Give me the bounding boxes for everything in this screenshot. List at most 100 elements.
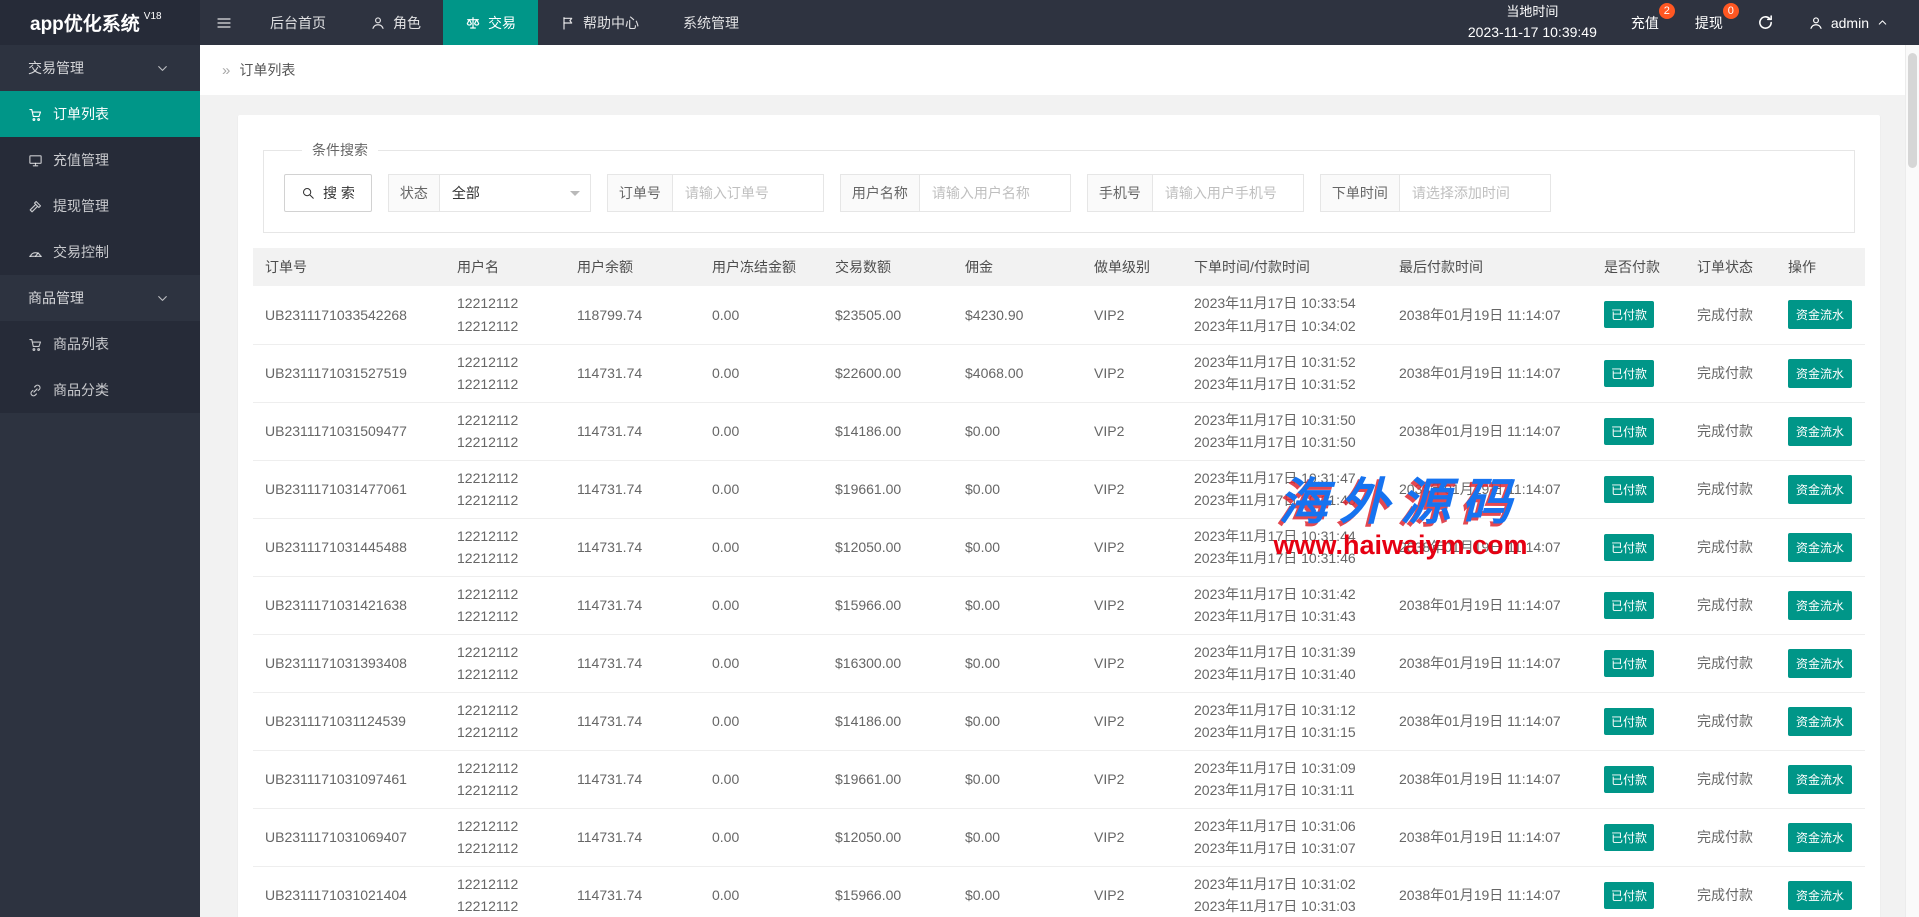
sidebar-item[interactable]: 商品管理 <box>0 275 200 321</box>
content-area: 条件搜索 搜 索 状态 全部 <box>200 95 1919 917</box>
sidebar-item[interactable]: 提现管理 <box>0 183 200 229</box>
filter-input[interactable] <box>1399 174 1551 212</box>
quick-link[interactable]: 充值 2 <box>1631 13 1659 33</box>
cell-order-time: 2023年11月17日 10:33:542023年11月17日 10:34:02 <box>1182 286 1387 344</box>
cell-status: 完成付款 <box>1685 692 1776 750</box>
fund-flow-button[interactable]: 资金流水 <box>1788 533 1852 562</box>
nav-label: 后台首页 <box>270 13 326 33</box>
cell-level: VIP2 <box>1082 750 1182 808</box>
cell-paid: 已付款 <box>1592 808 1685 866</box>
status-select[interactable]: 全部 <box>439 174 591 212</box>
menu-icon <box>216 15 232 31</box>
cell-level: VIP2 <box>1082 518 1182 576</box>
fund-flow-button[interactable]: 资金流水 <box>1788 359 1852 388</box>
paid-badge: 已付款 <box>1604 650 1654 677</box>
fund-flow-button[interactable]: 资金流水 <box>1788 881 1852 910</box>
cell-balance: 118799.74 <box>565 286 700 344</box>
cell-level: VIP2 <box>1082 692 1182 750</box>
filters-row: 搜 索 状态 全部 订单号 <box>284 174 1834 212</box>
app-logo: app优化系统 V18 <box>0 0 200 45</box>
filter-input[interactable] <box>1152 174 1304 212</box>
status-select-value: 全部 <box>452 183 480 203</box>
cell-commission: $0.00 <box>953 576 1082 634</box>
cell-status: 完成付款 <box>1685 576 1776 634</box>
sidebar-item-icon <box>28 107 43 122</box>
cell-status: 完成付款 <box>1685 460 1776 518</box>
cell-order-no: UB2311171031393408 <box>253 634 445 692</box>
nav-label: 系统管理 <box>683 13 739 33</box>
cell-frozen: 0.00 <box>700 344 823 402</box>
cell-order-time: 2023年11月17日 10:31:442023年11月17日 10:31:46 <box>1182 518 1387 576</box>
table-header-cell: 订单号 <box>253 248 445 286</box>
cell-last-pay-time: 2038年01月19日 11:14:07 <box>1387 402 1592 460</box>
cell-status: 完成付款 <box>1685 286 1776 344</box>
admin-menu[interactable]: admin <box>1808 15 1889 31</box>
cell-action: 资金流水 <box>1776 808 1865 866</box>
cell-amount: $19661.00 <box>823 750 953 808</box>
sidebar-item[interactable]: 商品分类 <box>0 367 200 413</box>
cell-frozen: 0.00 <box>700 866 823 917</box>
cell-order-time: 2023年11月17日 10:31:422023年11月17日 10:31:43 <box>1182 576 1387 634</box>
cell-frozen: 0.00 <box>700 402 823 460</box>
filter-input[interactable] <box>672 174 824 212</box>
sidebar-item[interactable]: 交易管理 <box>0 45 200 91</box>
top-nav-item[interactable]: 帮助中心 <box>538 0 661 45</box>
cell-username: 1221211212212112 <box>445 286 565 344</box>
count-badge: 0 <box>1723 3 1739 19</box>
refresh-button[interactable] <box>1757 14 1774 31</box>
table-row: UB2311171031097461 1221211212212112 1147… <box>253 750 1865 808</box>
admin-username: admin <box>1831 15 1869 31</box>
fund-flow-button[interactable]: 资金流水 <box>1788 707 1852 736</box>
cell-username: 1221211212212112 <box>445 692 565 750</box>
cell-frozen: 0.00 <box>700 576 823 634</box>
cell-paid: 已付款 <box>1592 518 1685 576</box>
cell-commission: $0.00 <box>953 866 1082 917</box>
cell-amount: $14186.00 <box>823 692 953 750</box>
fund-flow-button[interactable]: 资金流水 <box>1788 591 1852 620</box>
cell-frozen: 0.00 <box>700 634 823 692</box>
cell-commission: $4230.90 <box>953 286 1082 344</box>
cell-frozen: 0.00 <box>700 750 823 808</box>
caret-up-icon <box>1876 16 1889 29</box>
top-nav-item[interactable]: 后台首页 <box>248 0 348 45</box>
sidebar-item-icon <box>28 245 43 260</box>
cell-commission: $0.00 <box>953 518 1082 576</box>
filter-input[interactable] <box>919 174 1071 212</box>
search-button[interactable]: 搜 索 <box>284 174 372 212</box>
cell-order-no: UB2311171031477061 <box>253 460 445 518</box>
paid-badge: 已付款 <box>1604 360 1654 387</box>
cell-level: VIP2 <box>1082 808 1182 866</box>
fund-flow-button[interactable]: 资金流水 <box>1788 300 1852 329</box>
hamburger-button[interactable] <box>200 0 248 45</box>
cell-action: 资金流水 <box>1776 402 1865 460</box>
paid-badge: 已付款 <box>1604 882 1654 909</box>
table-header-row: 订单号用户名用户余额用户冻结金额交易数额佣金做单级别下单时间/付款时间最后付款时… <box>253 248 1865 286</box>
sidebar-item-icon <box>28 337 43 352</box>
top-nav-item[interactable]: 交易 <box>443 0 538 45</box>
count-badge: 2 <box>1659 3 1675 19</box>
sidebar-item[interactable]: 交易控制 <box>0 229 200 275</box>
paid-badge: 已付款 <box>1604 592 1654 619</box>
nav-label: 角色 <box>393 13 421 33</box>
cell-last-pay-time: 2038年01月19日 11:14:07 <box>1387 808 1592 866</box>
cell-balance: 114731.74 <box>565 866 700 917</box>
scrollbar-thumb[interactable] <box>1908 53 1917 168</box>
filter-label: 手机号 <box>1087 174 1153 212</box>
cell-balance: 114731.74 <box>565 808 700 866</box>
fund-flow-button[interactable]: 资金流水 <box>1788 475 1852 504</box>
fund-flow-button[interactable]: 资金流水 <box>1788 649 1852 678</box>
top-nav-item[interactable]: 系统管理 <box>661 0 761 45</box>
sidebar-item[interactable]: 充值管理 <box>0 137 200 183</box>
fund-flow-button[interactable]: 资金流水 <box>1788 417 1852 446</box>
search-legend: 条件搜索 <box>302 140 378 160</box>
fund-flow-button[interactable]: 资金流水 <box>1788 823 1852 852</box>
cell-action: 资金流水 <box>1776 344 1865 402</box>
sidebar-item[interactable]: 商品列表 <box>0 321 200 367</box>
fund-flow-button[interactable]: 资金流水 <box>1788 765 1852 794</box>
cell-paid: 已付款 <box>1592 634 1685 692</box>
sidebar-item[interactable]: 订单列表 <box>0 91 200 137</box>
top-nav-item[interactable]: 角色 <box>348 0 443 45</box>
filter-label: 下单时间 <box>1320 174 1400 212</box>
cell-amount: $23505.00 <box>823 286 953 344</box>
quick-link[interactable]: 提现 0 <box>1695 13 1723 33</box>
